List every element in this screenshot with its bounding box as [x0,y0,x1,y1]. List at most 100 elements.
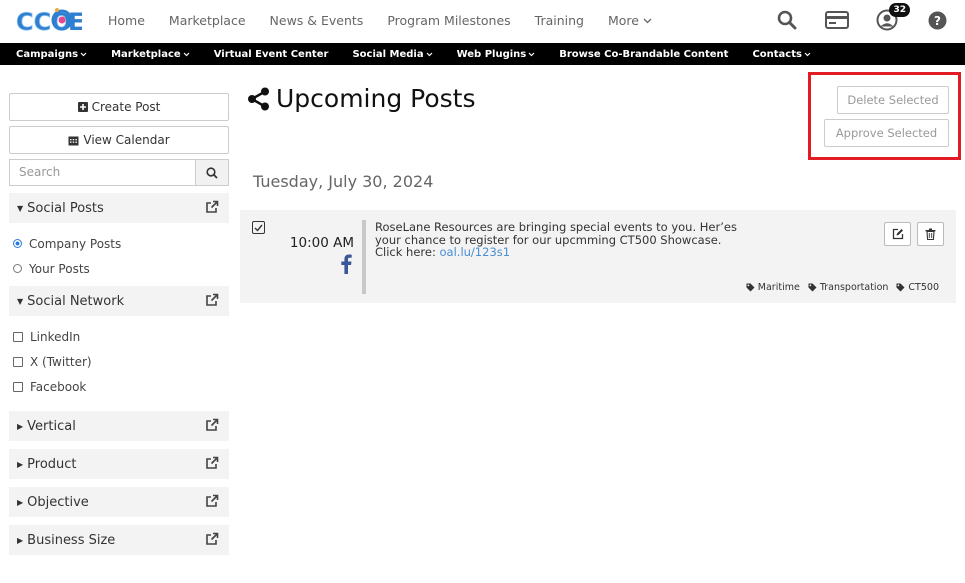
post-tags: Maritime Transportation CT500 [746,282,939,293]
top-navbar: CCO E Home Marketplace News & Events Pro… [0,0,965,42]
radio-unselected[interactable] [13,264,22,273]
tag-icon [896,283,905,292]
nav-more[interactable]: More [608,13,652,28]
checkmark-icon [254,224,263,232]
facebook-icon [341,254,352,274]
post-link[interactable]: oal.lu/123s1 [440,245,511,259]
page-title: Upcoming Posts [276,84,476,113]
tag-label: Transportation [819,282,889,293]
linkedin-checkbox[interactable] [13,331,23,342]
external-link-icon[interactable] [205,532,219,546]
subnav-marketplace[interactable]: Marketplace [111,49,190,60]
tag-label: CT500 [908,282,939,293]
notification-badge: 32 [889,3,910,17]
subnav-virtual-event-center[interactable]: Virtual Event Center [214,49,329,60]
svg-text:E: E [68,8,82,36]
search-icon[interactable] [775,8,799,32]
subnav-campaigns[interactable]: Campaigns [16,49,87,60]
company-posts-option[interactable]: Company Posts [9,231,229,256]
product-filter-section[interactable]: ▶ Product [9,449,229,479]
main-menu: Home Marketplace News & Events Program M… [108,13,676,28]
delete-post-button[interactable] [917,222,944,246]
chevron-down-icon [426,52,433,56]
chevron-down-icon [528,52,535,56]
your-posts-option[interactable]: Your Posts [9,256,229,281]
external-link-icon[interactable] [205,494,219,508]
sidebar-search: Search [9,159,229,186]
nav-home[interactable]: Home [108,13,145,28]
nav-more-label: More [607,13,639,28]
twitter-option[interactable]: X (Twitter) [9,349,229,374]
create-post-button[interactable]: Create Post [9,93,229,121]
post-text-line: Click here: oal.lu/123s1 [375,246,745,259]
tag[interactable]: CT500 [896,282,939,293]
plus-square-icon [77,102,88,112]
subnav-web-plugins-label: Web Plugins [456,48,527,60]
user-account-icon[interactable]: 32 [875,3,910,32]
linkedin-option[interactable]: LinkedIn [9,324,229,349]
linkedin-label: LinkedIn [30,329,81,344]
subnav-campaigns-label: Campaigns [16,48,79,60]
external-link-icon[interactable] [205,456,219,470]
post-divider [362,220,366,294]
radio-selected[interactable] [13,239,22,248]
external-link-icon[interactable] [205,200,219,214]
post-select-checkbox[interactable] [252,221,265,234]
external-link-icon[interactable] [205,293,219,307]
credit-card-icon[interactable] [825,8,849,32]
facebook-label: Facebook [30,379,87,394]
business-size-label: Business Size [27,532,116,548]
business-size-filter-section[interactable]: ▶ Business Size [9,525,229,555]
share-icon [248,87,269,110]
social-network-label: Social Network [27,293,125,309]
post-card: 10:00 AM RoseLane Resources are bringing… [240,210,956,303]
social-posts-section[interactable]: ▼ Social Posts [9,193,229,223]
facebook-option[interactable]: Facebook [9,374,229,399]
nav-news-events[interactable]: News & Events [270,13,364,28]
subnav-web-plugins[interactable]: Web Plugins [457,49,536,60]
subnav-browse-co-brandable[interactable]: Browse Co-Brandable Content [559,49,728,60]
subnav-social-media[interactable]: Social Media [352,48,433,60]
caret-down-icon: ▼ [17,296,24,306]
edit-post-button[interactable] [884,222,911,246]
chevron-down-icon [643,18,652,23]
caret-down-icon: ▼ [17,203,24,213]
nav-program-milestones[interactable]: Program Milestones [387,13,510,28]
caret-right-icon: ▶ [17,459,24,469]
nav-training[interactable]: Training [535,13,584,28]
product-label: Product [27,456,77,472]
edit-icon [892,228,903,240]
twitter-checkbox[interactable] [13,356,23,367]
post-text-line: RoseLane Resources are bringing special … [375,220,737,234]
vertical-filter-section[interactable]: ▶ Vertical [9,411,229,441]
social-network-section[interactable]: ▼ Social Network [9,286,229,316]
trash-icon [925,228,936,240]
caret-right-icon: ▶ [17,535,24,545]
search-button[interactable] [196,159,229,186]
approve-selected-button[interactable]: Approve Selected [824,119,949,147]
top-icons: 32 ? [749,3,949,32]
facebook-checkbox[interactable] [13,381,23,392]
nav-marketplace[interactable]: Marketplace [169,13,246,28]
tag-label: Maritime [757,282,800,293]
external-link-icon[interactable] [205,418,219,432]
subnav-social-media-label: Social Media [352,48,424,60]
tag[interactable]: Transportation [808,282,889,293]
chevron-down-icon [804,52,811,56]
subnav-contacts[interactable]: Contacts [752,49,811,60]
svg-text:?: ? [934,14,941,28]
post-text-prefix: Click here: [375,245,440,259]
sidebar: Create Post View Calendar Search ▼ Socia… [9,93,229,555]
view-calendar-button[interactable]: View Calendar [9,126,229,154]
objective-label: Objective [27,494,89,510]
brand-logo[interactable]: CCO E [16,6,85,37]
date-heading: Tuesday, July 30, 2024 [253,172,434,191]
help-icon[interactable]: ? [925,8,949,32]
objective-filter-section[interactable]: ▶ Objective [9,487,229,517]
delete-selected-button[interactable]: Delete Selected [837,86,949,114]
subnav-contacts-label: Contacts [752,48,802,60]
search-input[interactable]: Search [9,159,196,186]
tag[interactable]: Maritime [746,282,800,293]
create-post-label: Create Post [91,100,161,114]
post-content: RoseLane Resources are bringing special … [375,221,745,259]
